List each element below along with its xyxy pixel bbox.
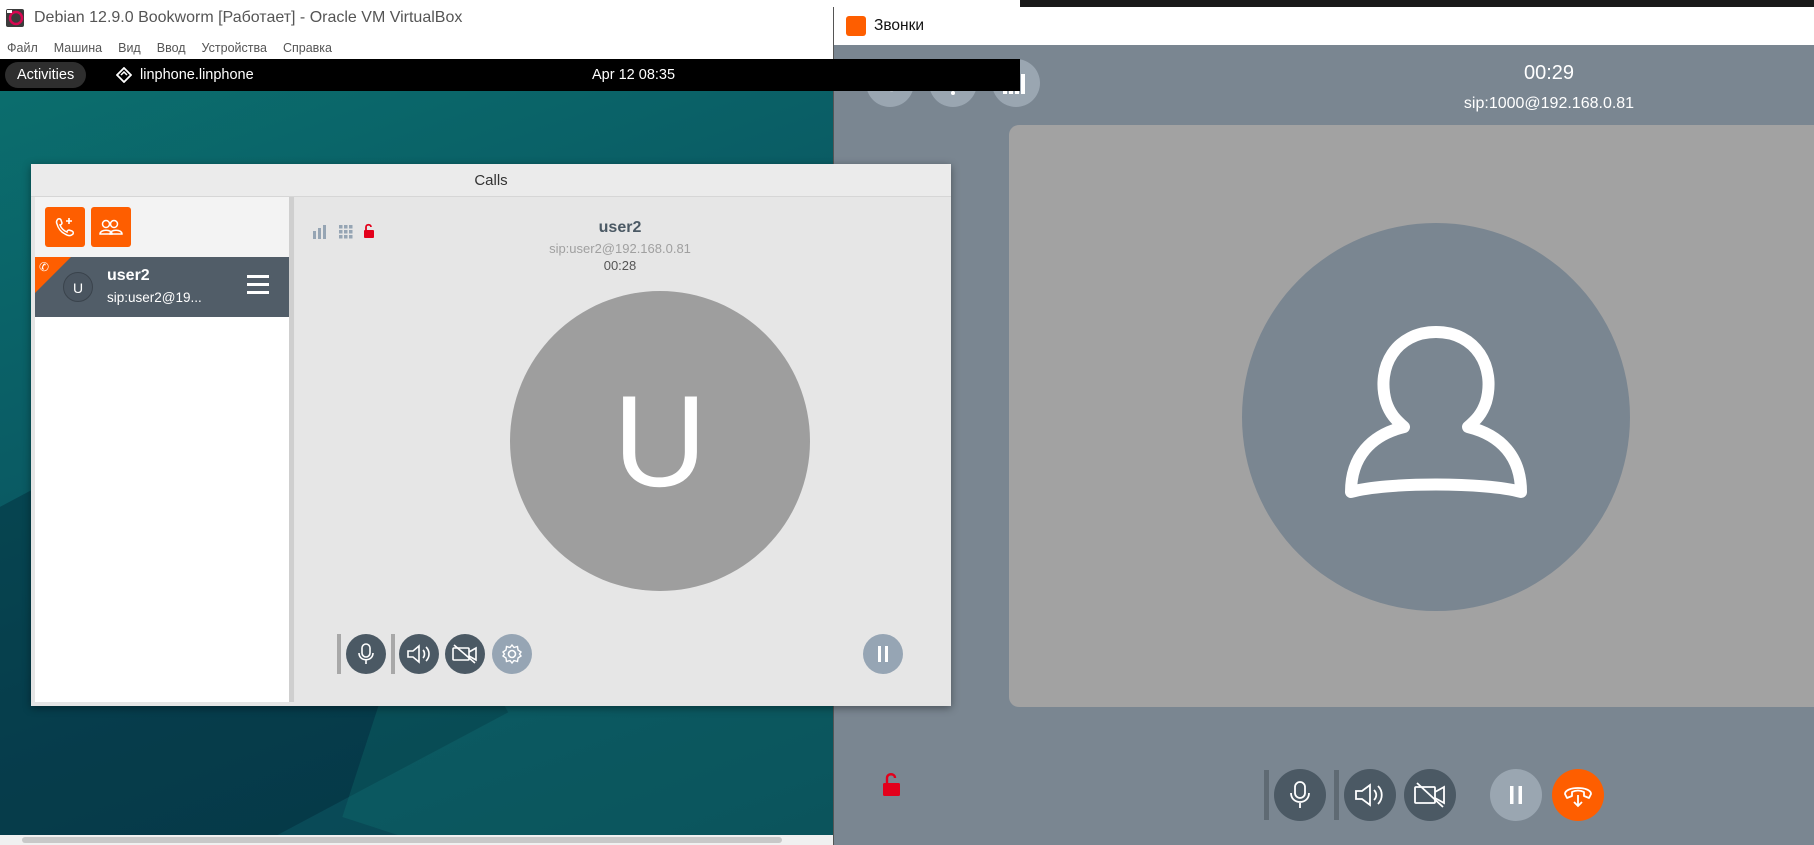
pause-button[interactable] xyxy=(863,634,903,674)
call-item-name: user2 xyxy=(107,267,150,284)
pause-button[interactable] xyxy=(1490,769,1542,821)
calls-window: Calls ✆ U user2 sip:user2@19... user2 si… xyxy=(31,164,951,706)
avatar-silhouette-icon xyxy=(1345,326,1527,498)
microphone-icon xyxy=(358,643,374,664)
unlock-icon[interactable] xyxy=(363,223,375,239)
microphone-icon xyxy=(1290,781,1310,808)
separator xyxy=(337,634,341,674)
camera-off-icon xyxy=(1414,782,1445,808)
calls-window-title: Calls xyxy=(31,164,951,197)
gnome-top-bar: Activities linphone.linphone Apr 12 08:3… xyxy=(0,59,1020,91)
unlock-icon[interactable] xyxy=(882,772,902,798)
menu-devices[interactable]: Устройства xyxy=(202,36,267,60)
active-call-panel: user2 sip:user2@192.168.0.81 00:28 U xyxy=(295,197,951,702)
settings-icon xyxy=(501,643,523,665)
contact-sip: sip:1000@192.168.0.81 xyxy=(1463,95,1635,112)
virtualbox-logo-icon xyxy=(6,9,24,27)
virtualbox-menubar: Файл Машина Вид Ввод Устройства Справка xyxy=(0,36,332,60)
zvonki-window: Звонки 00:29 sip:1000@192.168.0.81 xyxy=(833,7,1814,845)
pause-icon xyxy=(878,646,888,662)
app-menu[interactable]: linphone.linphone xyxy=(116,59,254,91)
phone-icon: ✆ xyxy=(39,260,50,274)
linphone-icon xyxy=(116,67,132,83)
speaker-button[interactable] xyxy=(1344,769,1396,821)
hangup-icon xyxy=(1564,787,1592,808)
camera-off-icon xyxy=(452,644,477,664)
speaker-button[interactable] xyxy=(399,634,439,674)
menu-file[interactable]: Файл xyxy=(7,36,38,60)
dialpad-icon[interactable] xyxy=(339,225,353,239)
contact-avatar: U xyxy=(510,291,810,591)
scrollbar-thumb[interactable] xyxy=(22,837,782,843)
speaker-icon xyxy=(407,644,430,664)
app-name-label: linphone.linphone xyxy=(140,67,254,83)
menu-machine[interactable]: Машина xyxy=(54,36,102,60)
camera-button[interactable] xyxy=(1404,769,1456,821)
contact-sip: sip:user2@192.168.0.81 xyxy=(549,241,691,256)
avatar: U xyxy=(63,272,93,302)
window-title: Debian 12.9.0 Bookworm [Работает] - Orac… xyxy=(34,9,463,26)
settings-button[interactable] xyxy=(492,634,532,674)
clock[interactable]: Apr 12 08:35 xyxy=(592,59,675,91)
activities-button[interactable]: Activities xyxy=(5,62,87,88)
new-call-button[interactable] xyxy=(45,207,85,247)
call-timer: 00:29 xyxy=(1523,62,1575,84)
contact-avatar xyxy=(1242,223,1630,611)
video-stage xyxy=(1009,125,1814,707)
conference-button[interactable] xyxy=(91,207,131,247)
zvonki-title: Звонки xyxy=(874,17,925,34)
call-status-icons xyxy=(313,223,375,239)
sidebar-splitter[interactable] xyxy=(289,197,294,702)
menu-help[interactable]: Справка xyxy=(283,36,332,60)
calls-toolbar xyxy=(35,197,289,257)
microphone-button[interactable] xyxy=(1274,769,1326,821)
contact-name: user2 xyxy=(598,219,642,236)
call-timer: 00:28 xyxy=(603,258,637,273)
menu-icon[interactable] xyxy=(247,275,269,297)
menu-input[interactable]: Ввод xyxy=(157,36,186,60)
hangup-button[interactable] xyxy=(1552,769,1604,821)
linphone-icon xyxy=(846,16,866,36)
separator xyxy=(1264,770,1269,820)
conference-icon xyxy=(99,219,123,235)
menu-view[interactable]: Вид xyxy=(118,36,141,60)
call-list-item[interactable]: ✆ U user2 sip:user2@19... xyxy=(35,257,289,317)
speaker-icon xyxy=(1355,783,1383,807)
separator xyxy=(1334,770,1339,820)
signal-icon[interactable] xyxy=(313,225,329,239)
new-call-icon xyxy=(55,218,74,237)
camera-button[interactable] xyxy=(445,634,485,674)
calls-sidebar: ✆ U user2 sip:user2@19... xyxy=(35,197,289,702)
call-item-sip: sip:user2@19... xyxy=(107,290,202,305)
separator xyxy=(391,634,395,674)
pause-icon xyxy=(1510,786,1522,804)
zvonki-titlebar: Звонки xyxy=(834,7,1814,45)
microphone-button[interactable] xyxy=(346,634,386,674)
